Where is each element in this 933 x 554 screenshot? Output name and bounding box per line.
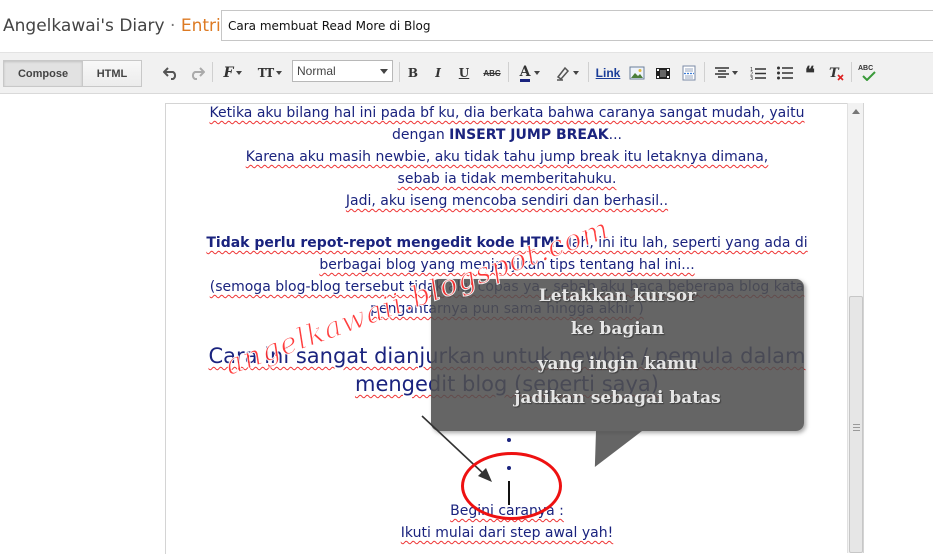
highlighter-icon — [556, 66, 570, 81]
compose-mode-button[interactable]: Compose — [3, 60, 83, 87]
numbered-list-icon[interactable]: 123 — [748, 62, 768, 84]
font-family-button[interactable]: F — [220, 62, 246, 84]
font-size-button[interactable]: TT — [254, 62, 286, 84]
highlight-circle — [461, 452, 562, 520]
chevron-down-icon — [573, 71, 579, 75]
blog-name[interactable]: Angelkawai's Diary — [3, 16, 165, 36]
scrollbar-thumb[interactable] — [849, 296, 863, 553]
spellcheck-button[interactable]: ABC — [857, 62, 879, 84]
text-color-icon: A — [519, 63, 531, 82]
chevron-down-icon — [276, 71, 283, 75]
blog-title[interactable]: Angelkawai's Diary · Entri — [3, 16, 221, 36]
bold-button[interactable]: B — [405, 62, 421, 84]
insert-video-icon[interactable] — [654, 62, 672, 84]
post-title-input[interactable] — [221, 10, 933, 41]
undo-icon[interactable] — [162, 62, 180, 84]
post-body-editor[interactable]: Ketika aku bilang hal ini pada bf ku, di… — [165, 103, 848, 554]
redo-icon[interactable] — [188, 62, 206, 84]
paragraph-format-select[interactable]: Normal — [292, 60, 393, 82]
editor-scrollbar[interactable] — [847, 103, 864, 553]
section-label: Entri — [180, 16, 221, 36]
chevron-down-icon — [534, 71, 541, 75]
insert-image-icon[interactable] — [628, 62, 646, 84]
quote-button[interactable]: ❝ — [801, 62, 819, 84]
chevron-down-icon — [380, 69, 388, 74]
remove-formatting-icon[interactable]: T — [826, 62, 846, 84]
align-center-icon — [714, 67, 729, 78]
chevron-down-icon — [236, 71, 243, 75]
font-family-icon: F — [223, 65, 234, 81]
paragraph-format-value: Normal — [297, 64, 336, 78]
italic-button[interactable]: I — [430, 62, 446, 84]
svg-text:3: 3 — [750, 76, 753, 80]
link-button[interactable]: Link — [594, 62, 622, 84]
jump-break-icon[interactable] — [680, 62, 698, 84]
spellcheck-icon: ABC — [858, 65, 878, 81]
strikethrough-button[interactable]: ABC — [481, 62, 503, 84]
html-mode-button[interactable]: HTML — [82, 60, 142, 87]
font-size-icon: TT — [257, 66, 274, 80]
scrollbar-grip — [853, 424, 860, 432]
top-bar: Angelkawai's Diary · Entri — [0, 0, 933, 52]
title-separator: · — [170, 16, 176, 36]
scroll-up-arrow-icon[interactable] — [852, 109, 860, 114]
highlight-color-button[interactable] — [552, 62, 582, 84]
align-button[interactable] — [710, 62, 742, 84]
underline-button[interactable]: U — [456, 62, 472, 84]
bullet-list-icon[interactable] — [775, 62, 795, 84]
text-color-button[interactable]: A — [514, 62, 546, 84]
chevron-down-icon — [731, 71, 738, 75]
